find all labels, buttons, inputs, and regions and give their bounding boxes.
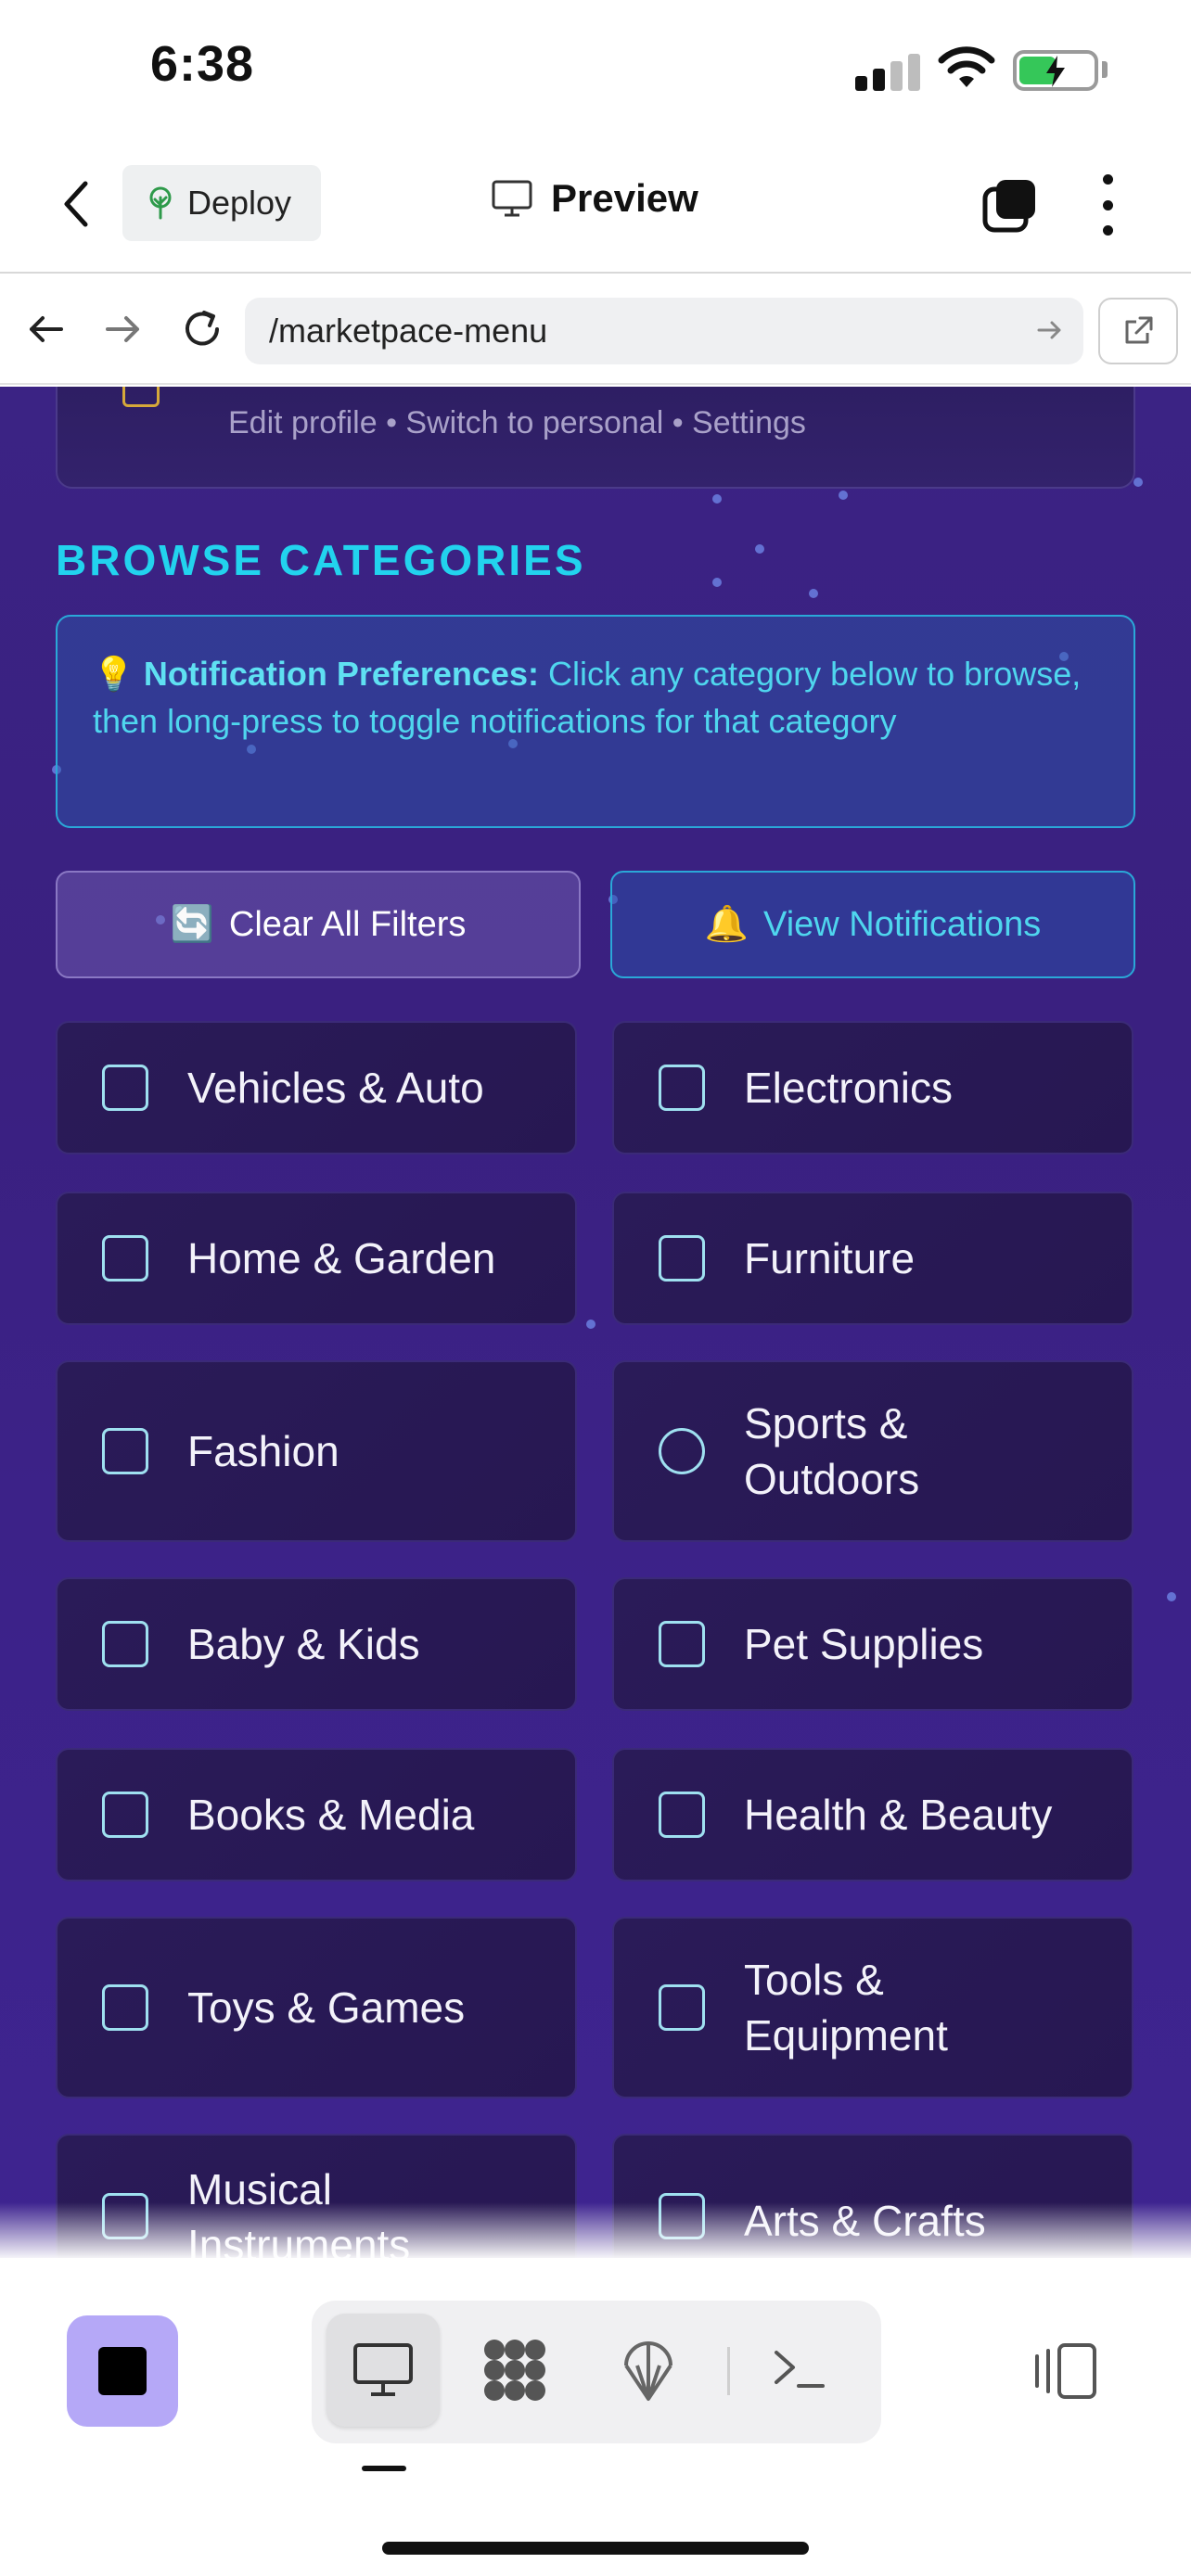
- status-bar: 6:38: [0, 0, 1191, 139]
- status-time: 6:38: [150, 36, 255, 92]
- gamepad-icon: [102, 1984, 148, 2031]
- category-books-media[interactable]: Books & Media: [56, 1748, 577, 1881]
- category-vehicles-auto[interactable]: Vehicles & Auto: [56, 1021, 577, 1154]
- category-fashion[interactable]: Fashion: [56, 1360, 577, 1542]
- notification-preferences-info: 💡 Notification Preferences: Click any ca…: [56, 615, 1135, 828]
- category-electronics[interactable]: Electronics: [612, 1021, 1133, 1154]
- category-home-garden[interactable]: Home & Garden: [56, 1192, 577, 1325]
- preview-tool-button[interactable]: [327, 2314, 440, 2427]
- profile-icon: [122, 387, 160, 407]
- category-furniture[interactable]: Furniture: [612, 1192, 1133, 1325]
- info-heading: Notification Preferences:: [143, 655, 539, 693]
- category-label: Fashion: [187, 1427, 339, 1475]
- pattern-icon: [484, 2340, 545, 2401]
- cellular-signal-icon: [855, 54, 920, 91]
- view-notifications-label: View Notifications: [763, 904, 1042, 944]
- category-label: Home & Garden: [187, 1234, 496, 1282]
- browser-forward-icon[interactable]: [96, 303, 148, 355]
- category-health-beauty[interactable]: Health & Beauty: [612, 1748, 1133, 1881]
- monitor-icon: [492, 180, 532, 217]
- tabs-icon[interactable]: [981, 176, 1039, 234]
- category-label: Furniture: [744, 1234, 916, 1282]
- refresh-icon: 🔄: [170, 905, 214, 944]
- battery-nub: [1102, 61, 1108, 78]
- clear-filters-label: Clear All Filters: [228, 904, 467, 944]
- category-label: Books & Media: [187, 1791, 475, 1839]
- device-panel-icon[interactable]: [1031, 2341, 1100, 2401]
- category-label: Sports & Outdoors: [744, 1399, 920, 1503]
- clear-all-filters-button[interactable]: 🔄 Clear All Filters: [56, 871, 581, 978]
- wrench-icon: [659, 1984, 705, 2031]
- category-label: Health & Beauty: [744, 1791, 1053, 1839]
- book-icon: [102, 1792, 148, 1838]
- category-label: Electronics: [744, 1064, 953, 1112]
- monitor-icon: [353, 2343, 413, 2396]
- profile-subtitle: Edit profile • Switch to personal • Sett…: [228, 405, 806, 440]
- category-label: Vehicles & Auto: [187, 1064, 484, 1112]
- category-label: Baby & Kids: [187, 1620, 420, 1668]
- view-switcher: [312, 2301, 881, 2443]
- paw-icon: [659, 1621, 705, 1667]
- category-baby-kids[interactable]: Baby & Kids: [56, 1577, 577, 1711]
- active-tab-indicator: [362, 2466, 406, 2471]
- bell-icon: 🔔: [704, 905, 749, 944]
- deploy-label: Deploy: [187, 184, 292, 222]
- browser-back-icon[interactable]: [20, 303, 72, 355]
- deploy-button[interactable]: Deploy: [122, 165, 321, 241]
- category-label: Toys & Games: [187, 1983, 466, 2032]
- deploy-tool-button[interactable]: [592, 2314, 705, 2427]
- deploy-icon: [624, 2341, 672, 2401]
- battery-icon: [1013, 50, 1098, 91]
- ball-icon: [659, 1428, 705, 1474]
- open-external-button[interactable]: [1098, 298, 1178, 364]
- category-label: Pet Supplies: [744, 1620, 984, 1668]
- category-pet-supplies[interactable]: Pet Supplies: [612, 1577, 1133, 1711]
- view-notifications-button[interactable]: 🔔 View Notifications: [610, 871, 1135, 978]
- category-tools-equipment[interactable]: Tools & Equipment: [612, 1917, 1133, 2098]
- preview-title-text: Preview: [551, 176, 698, 220]
- url-input[interactable]: /marketpace-menu: [245, 298, 1083, 364]
- terminal-tool-button[interactable]: [742, 2314, 855, 2427]
- back-button[interactable]: [54, 176, 100, 232]
- url-text: /marketpace-menu: [269, 312, 548, 350]
- reload-icon[interactable]: [176, 303, 228, 355]
- cabinet-icon: [659, 1235, 705, 1282]
- content-fade: [0, 2202, 1191, 2258]
- preview-title: Preview: [492, 176, 698, 221]
- home-indicator: [382, 2542, 809, 2555]
- category-toys-games[interactable]: Toys & Games: [56, 1917, 577, 2098]
- more-options-button[interactable]: [1089, 174, 1126, 236]
- grid-tool-button[interactable]: [458, 2314, 571, 2427]
- bottom-toolbar: [0, 2258, 1191, 2576]
- external-link-icon: [1125, 316, 1153, 344]
- deploy-tree-icon: [149, 186, 172, 220]
- child-icon: [102, 1621, 148, 1667]
- category-label: Tools & Equipment: [744, 1956, 948, 2060]
- stop-icon: [98, 2347, 147, 2395]
- business-profile-card[interactable]: Edit profile • Switch to personal • Sett…: [56, 387, 1135, 489]
- monitor-icon: [659, 1065, 705, 1111]
- go-arrow-icon[interactable]: [1033, 314, 1065, 346]
- health-icon: [659, 1792, 705, 1838]
- category-sports-outdoors[interactable]: Sports & Outdoors: [612, 1360, 1133, 1542]
- wifi-icon: [938, 46, 995, 87]
- toolbar-divider: [727, 2347, 730, 2395]
- stop-button[interactable]: [67, 2315, 178, 2427]
- house-icon: [102, 1235, 148, 1282]
- web-content: Edit profile • Switch to personal • Sett…: [0, 387, 1191, 2258]
- app-header: Deploy Preview: [0, 139, 1191, 274]
- terminal-icon: [775, 2351, 825, 2388]
- lightbulb-icon: 💡: [93, 655, 134, 693]
- section-title: BROWSE CATEGORIES: [56, 536, 586, 584]
- shirt-icon: [102, 1428, 148, 1474]
- browser-url-bar: /marketpace-menu: [0, 275, 1191, 385]
- car-icon: [102, 1065, 148, 1111]
